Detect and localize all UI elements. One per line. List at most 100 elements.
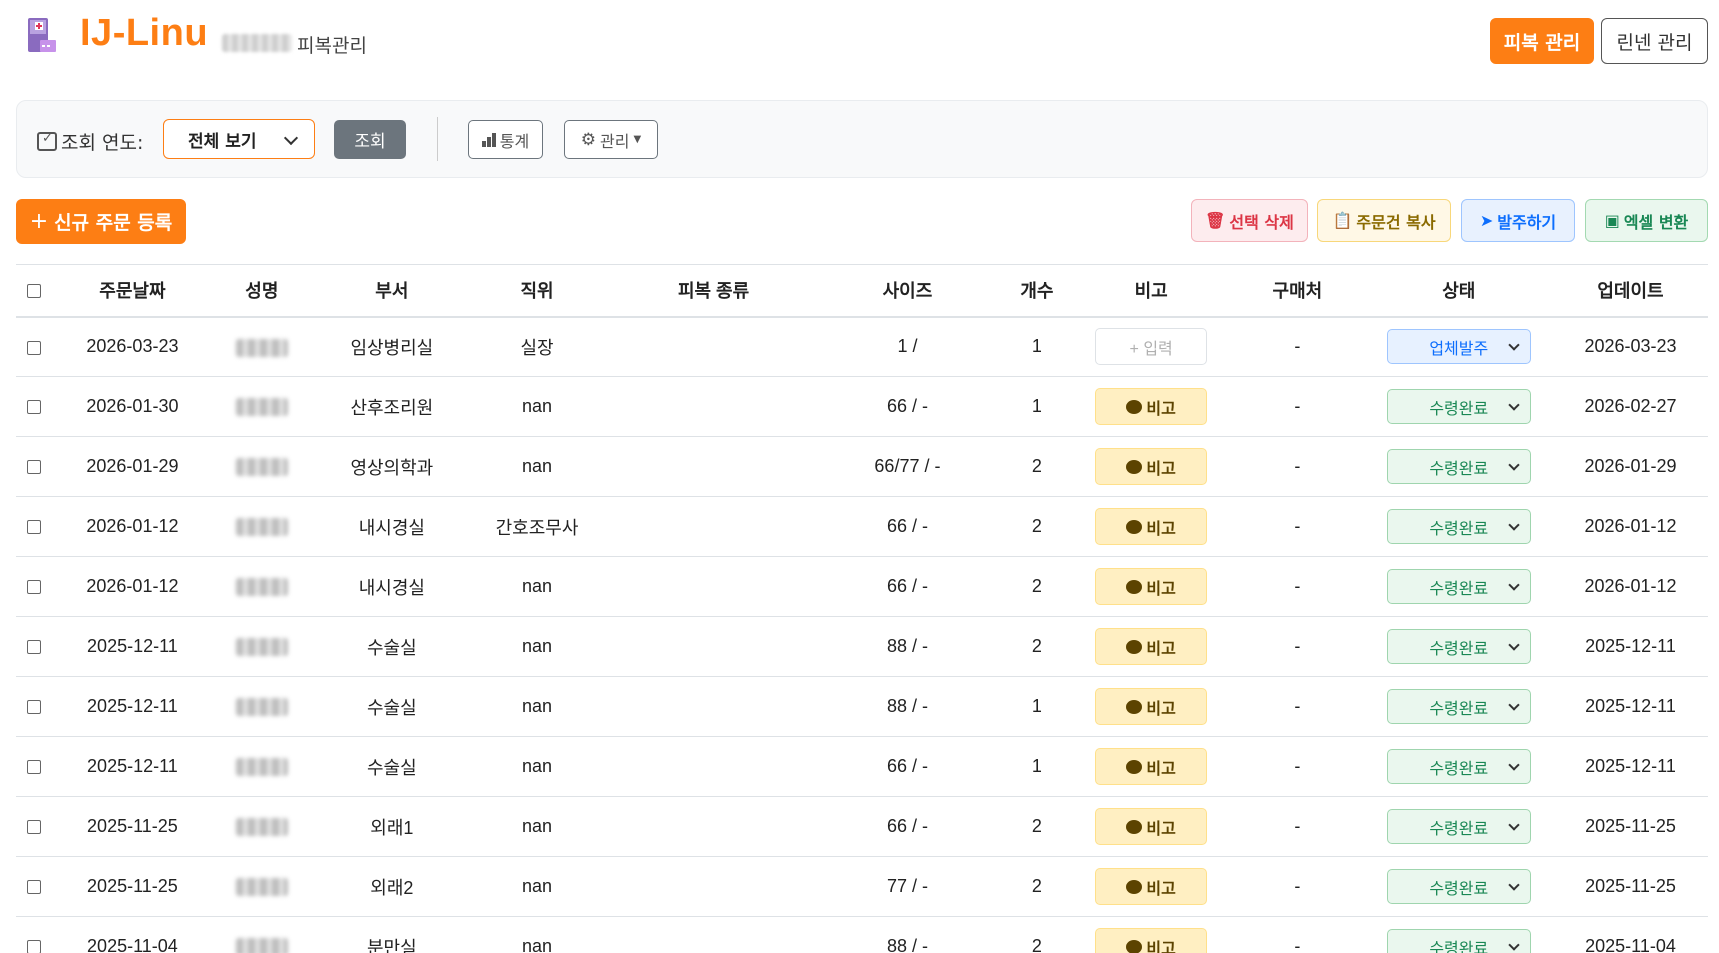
- col-header[interactable]: 개수: [1001, 264, 1073, 318]
- row-checkbox[interactable]: [27, 640, 41, 655]
- col-header[interactable]: 직위: [460, 264, 614, 318]
- memo-input-button[interactable]: + 입력: [1095, 328, 1208, 366]
- status-select[interactable]: 수령완료: [1386, 689, 1531, 724]
- memo-button[interactable]: 비고: [1095, 388, 1208, 425]
- memo-button[interactable]: 비고: [1095, 868, 1208, 905]
- clipboard-icon: 📋: [1332, 211, 1353, 230]
- status-select[interactable]: 수령완료: [1386, 929, 1531, 953]
- excel-export-button[interactable]: ▣ 엑셀 변환: [1585, 199, 1708, 242]
- table-row[interactable]: 2026-01-29 영상의학과nan 66/77 / -2 비고 - 수령완료 2026-…: [16, 436, 1708, 497]
- row-checkbox[interactable]: [27, 700, 41, 715]
- table-row[interactable]: 2025-12-11 수술실nan 88 / -2 비고 - 수령완료 2025-12-11: [16, 616, 1708, 677]
- nav-uniform-button[interactable]: 피복 관리: [1490, 18, 1594, 64]
- vendor: -: [1230, 496, 1365, 557]
- nav-linen-button[interactable]: 린넨 관리: [1601, 18, 1708, 64]
- row-checkbox[interactable]: [27, 820, 41, 835]
- row-checkbox[interactable]: [27, 880, 41, 895]
- table-row[interactable]: 2026-01-12 내시경실nan 66 / -2 비고 - 수령완료 2026-01-1…: [16, 556, 1708, 617]
- chevron-down-icon: [1508, 879, 1520, 891]
- year-filter-label-text: 조회 연도:: [61, 132, 144, 154]
- row-checkbox[interactable]: [27, 460, 41, 475]
- row-checkbox[interactable]: [27, 940, 41, 953]
- order-date: 2026-03-23: [64, 316, 201, 377]
- chevron-down-icon: [1508, 639, 1520, 651]
- row-checkbox[interactable]: [27, 760, 41, 775]
- table-row[interactable]: 2025-11-25 외래1nan 66 / -2 비고 - 수령완료 2025-11-25: [16, 796, 1708, 857]
- table-row[interactable]: 2025-11-25 외래2nan 77 / -2 비고 - 수령완료 2025-11-25: [16, 856, 1708, 917]
- table-row[interactable]: 2026-01-30 산후조리원nan 66 / -1 비고 - 수령완료 2026-02-…: [16, 376, 1708, 437]
- table-row[interactable]: 2025-12-11 수술실nan 66 / -1 비고 - 수령완료 2025-12-11: [16, 736, 1708, 797]
- memo-button[interactable]: 비고: [1095, 568, 1208, 605]
- blurred-name: [235, 938, 288, 953]
- status-select[interactable]: 수령완료: [1386, 569, 1531, 604]
- table-row[interactable]: 2025-12-11 수술실nan 88 / -1 비고 - 수령완료 2025-12-11: [16, 676, 1708, 737]
- new-order-label: 신규 주문 등록: [54, 212, 173, 234]
- status-select[interactable]: 수령완료: [1386, 509, 1531, 544]
- department: 영상의학과: [323, 436, 461, 497]
- memo-cell: 비고: [1072, 856, 1231, 917]
- copy-orders-button[interactable]: 📋 주문건 복사: [1317, 199, 1451, 242]
- memo-button[interactable]: 비고: [1095, 628, 1208, 665]
- status-select[interactable]: 수령완료: [1386, 809, 1531, 844]
- send-order-button[interactable]: ➤ 발주하기: [1461, 199, 1575, 242]
- row-checkbox[interactable]: [27, 580, 41, 595]
- uniform-type: [613, 496, 814, 557]
- updated-date: 2026-02-27: [1553, 376, 1708, 437]
- status-value: 수령완료: [1429, 820, 1489, 838]
- status-select[interactable]: 수령완료: [1386, 629, 1531, 664]
- memo-button[interactable]: 비고: [1095, 448, 1208, 485]
- quantity: 2: [1001, 796, 1073, 857]
- row-checkbox[interactable]: [27, 400, 41, 415]
- query-button[interactable]: 조회: [334, 120, 406, 159]
- col-header[interactable]: 부서: [323, 264, 461, 318]
- status-select[interactable]: 업체발주: [1386, 329, 1531, 365]
- row-checkbox[interactable]: [27, 340, 41, 355]
- uniform-type: [613, 916, 814, 953]
- col-header[interactable]: 피복 종류: [613, 264, 814, 318]
- row-checkbox-cell: [16, 856, 65, 917]
- year-select[interactable]: 전체 보기: [163, 119, 315, 159]
- row-checkbox-cell: [16, 796, 65, 857]
- department: 수술실: [323, 616, 461, 677]
- vendor: -: [1230, 616, 1365, 677]
- table-row[interactable]: 2026-01-12 내시경실간호조무사 66 / -2 비고 - 수령완료 2026-01…: [16, 496, 1708, 557]
- memo-cell: 비고: [1072, 916, 1231, 953]
- col-header[interactable]: 비고: [1072, 264, 1231, 318]
- uniform-type: [613, 856, 814, 917]
- memo-button[interactable]: 비고: [1095, 808, 1208, 845]
- stats-button-label: 통계: [499, 131, 530, 151]
- col-header[interactable]: 업데이트: [1553, 264, 1708, 318]
- delete-selected-button[interactable]: 🗑 선택 삭제: [1191, 199, 1308, 242]
- blurred-name: [235, 878, 288, 897]
- memo-button[interactable]: 비고: [1095, 688, 1208, 725]
- send-order-label: 발주하기: [1497, 212, 1557, 232]
- select-all-checkbox[interactable]: [27, 284, 41, 298]
- memo-button[interactable]: 비고: [1095, 928, 1208, 953]
- status-cell: 수령완료: [1364, 376, 1554, 437]
- status-cell: 수령완료: [1364, 796, 1554, 857]
- new-order-button[interactable]: + 신규 주문 등록: [16, 199, 186, 244]
- row-checkbox-cell: [16, 676, 65, 737]
- memo-button-label: 비고: [1146, 700, 1176, 718]
- status-select[interactable]: 수령완료: [1386, 389, 1531, 424]
- table-row[interactable]: 2026-03-23 임상병리실 실장 1 /1 + 입력 - 업체발주 2026-03-23: [16, 316, 1708, 377]
- manage-dropdown-button[interactable]: ⚙ 관리 ▼: [564, 120, 658, 159]
- memo-button[interactable]: 비고: [1095, 508, 1208, 545]
- calendar-check-icon: [37, 131, 57, 151]
- col-header[interactable]: 성명: [200, 264, 324, 318]
- status-select[interactable]: 수령완료: [1386, 869, 1531, 904]
- department: 임상병리실: [323, 316, 461, 377]
- stats-button[interactable]: 통계: [468, 120, 543, 159]
- status-select[interactable]: 수령완료: [1386, 449, 1531, 484]
- vendor: -: [1230, 376, 1365, 437]
- col-header[interactable]: 상태: [1364, 264, 1554, 318]
- status-select[interactable]: 수령완료: [1386, 749, 1531, 784]
- col-header[interactable]: 주문날짜: [64, 264, 201, 318]
- chat-bubble-icon: [1126, 394, 1143, 414]
- row-checkbox[interactable]: [27, 520, 41, 535]
- memo-button[interactable]: 비고: [1095, 748, 1208, 785]
- col-header[interactable]: 구매처: [1230, 264, 1365, 318]
- chat-bubble-icon: [1126, 514, 1143, 534]
- col-header[interactable]: 사이즈: [813, 264, 1002, 318]
- table-row[interactable]: 2025-11-04 분만실nan 88 / -2 비고 - 수령완료 2025-11-04: [16, 916, 1708, 953]
